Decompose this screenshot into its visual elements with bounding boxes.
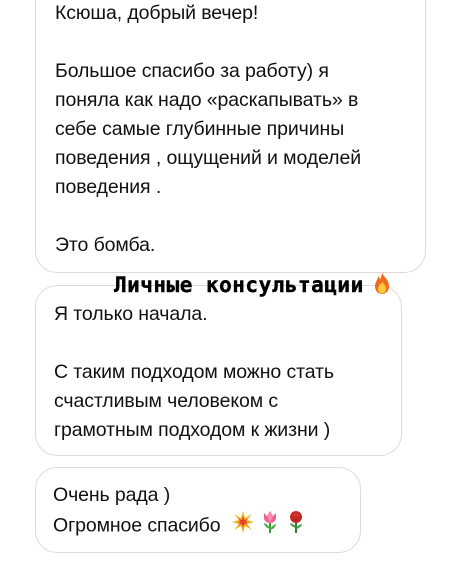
rose-icon [286,510,306,543]
message-text: поняла как надо «раскапывать» в [55,89,359,111]
fire-icon [372,271,392,300]
message-text: Огромное спасибо [53,514,221,537]
message-text: счастливым человеком с [54,390,279,412]
message-text: поведения . [55,176,162,198]
story-text-sticker: Личные консультации [114,270,392,300]
message-text: С таким подходом можно стать [54,361,334,383]
message-text: Ксюша, добрый вечер! [55,2,259,24]
message-text: Очень рада ) [53,484,171,506]
message-text: Большое спасибо за работу) я [55,60,329,82]
message-text-with-emoji: Огромное спасибо [53,510,360,543]
message-bubble-1: Ксюша, добрый вечер! Большое спасибо за … [35,0,426,273]
message-text: себе самые глубинные причины [55,118,345,140]
message-bubble-2: Я только начала. С таким подходом можно … [35,285,402,456]
message-text: Я только начала. [54,303,208,325]
emoji-group [231,510,306,543]
message-text: поведения , ощущений и моделей [55,147,361,169]
collision-icon [231,511,254,542]
message-bubble-3: Очень рада ) Огромное спасибо [35,467,361,553]
tulip-icon [260,510,280,543]
message-text: грамотным подходом к жизни ) [54,419,331,441]
message-text: Это бомба. [55,234,156,256]
sticker-label: Личные консультации [114,273,364,297]
